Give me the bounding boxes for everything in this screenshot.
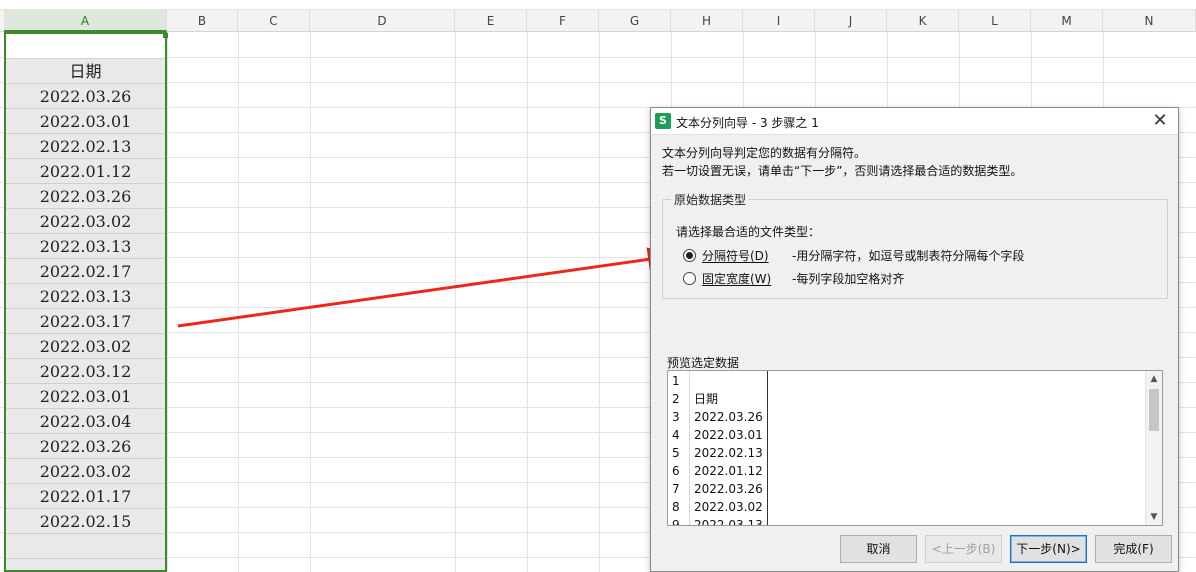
cancel-button[interactable]: 取消 <box>840 535 917 563</box>
cell-a8[interactable]: 2022.03.02 <box>6 209 165 234</box>
preview-column: 日期 2022.03.26 2022.03.01 2022.02.13 2022.01.… <box>690 371 768 526</box>
back-button[interactable]: <上一步(B) <box>925 535 1002 563</box>
option-fixed-width-description: -每列字段加空格对齐 <box>792 271 905 286</box>
column-header-c[interactable]: C <box>238 10 310 32</box>
column-header-k[interactable]: K <box>887 10 959 32</box>
scroll-up-icon[interactable]: ▲ <box>1146 371 1162 387</box>
close-icon[interactable]: ✕ <box>1150 111 1170 131</box>
option-fixed-width-label[interactable]: 固定宽度(W) <box>702 270 792 287</box>
scroll-thumb[interactable] <box>1149 389 1159 431</box>
preview-cell: 2022.03.13 <box>694 518 763 526</box>
cell-a7[interactable]: 2022.03.26 <box>6 184 165 209</box>
cell-a13[interactable]: 2022.03.02 <box>6 334 165 359</box>
preview-line-number: 5 <box>672 446 680 460</box>
column-header-g[interactable]: G <box>599 10 671 32</box>
dialog-titlebar[interactable]: S 文本分列向导 - 3 步骤之 1 ✕ <box>651 108 1178 135</box>
cell-a3[interactable]: 2022.03.26 <box>6 84 165 109</box>
preview-line-number: 1 <box>672 374 680 388</box>
cell-a10[interactable]: 2022.02.17 <box>6 259 165 284</box>
preview-line-number: 9 <box>672 518 680 526</box>
option-delimited-description: -用分隔字符，如逗号或制表符分隔每个字段 <box>792 248 1025 263</box>
option-delimited-label[interactable]: 分隔符号(D) <box>702 247 792 264</box>
preview-cell: 2022.03.26 <box>694 482 763 496</box>
column-header-row: ABCDEFGHIJKLMN <box>0 10 1196 32</box>
option-delimited[interactable]: 分隔符号(D) -用分隔字符，如逗号或制表符分隔每个字段 <box>683 246 1024 264</box>
description-line-1: 文本分列向导判定您的数据有分隔符。 <box>662 146 867 160</box>
column-header-f[interactable]: F <box>527 10 599 32</box>
cell-a4[interactable]: 2022.03.01 <box>6 109 165 134</box>
preview-cell: 2022.02.13 <box>694 446 763 460</box>
preview-line-numbers: 1 2 3 4 5 6 7 8 9 <box>668 371 690 526</box>
dialog-title: 文本分列向导 - 3 步骤之 1 <box>676 116 819 130</box>
preview-line-number: 8 <box>672 500 680 514</box>
column-header-n[interactable]: N <box>1103 10 1196 32</box>
preview-label: 预览选定数据 <box>667 356 740 370</box>
cell-a21[interactable] <box>6 534 165 559</box>
cell-a5[interactable]: 2022.02.13 <box>6 134 165 159</box>
cell-a1[interactable] <box>6 34 165 59</box>
preview-line-number: 3 <box>672 410 680 424</box>
preview-line-number: 6 <box>672 464 680 478</box>
cell-a6[interactable]: 2022.01.12 <box>6 159 165 184</box>
grid-line <box>167 32 168 572</box>
radio-delimited[interactable] <box>683 248 696 262</box>
column-header-b[interactable]: B <box>167 10 238 32</box>
cell-a16[interactable]: 2022.03.04 <box>6 409 165 434</box>
column-header-l[interactable]: L <box>959 10 1031 32</box>
cell-a12[interactable]: 2022.03.17 <box>6 309 165 334</box>
preview-cell: 2022.03.01 <box>694 428 763 442</box>
preview-cell: 2022.03.02 <box>694 500 763 514</box>
column-header-a[interactable]: A <box>4 10 167 32</box>
grid-line <box>527 32 528 572</box>
preview-cell: 2022.01.12 <box>694 464 763 478</box>
app-logo-icon: S <box>655 113 671 129</box>
group-title: 原始数据类型 <box>671 191 750 208</box>
grid-line <box>0 82 1196 83</box>
selected-column-a[interactable]: 日期 2022.03.26 2022.03.01 2022.02.13 2022.01.… <box>4 32 167 572</box>
file-type-prompt: 请选择最合适的文件类型： <box>676 225 821 239</box>
cell-a22[interactable] <box>6 559 165 572</box>
column-header-d[interactable]: D <box>310 10 455 32</box>
radio-fixed-width[interactable] <box>683 271 696 285</box>
scroll-down-icon[interactable]: ▼ <box>1146 509 1162 525</box>
cell-a20[interactable]: 2022.02.15 <box>6 509 165 534</box>
finish-button[interactable]: 完成(F) <box>1095 535 1172 563</box>
preview-box[interactable]: 1 2 3 4 5 6 7 8 9 日期 2022.03.26 2022.03.01 2022.02.… <box>667 370 1163 526</box>
toolbar-strip <box>0 0 1196 10</box>
preview-cell: 日期 <box>694 392 719 406</box>
next-button[interactable]: 下一步(N)> <box>1010 535 1087 563</box>
column-header-i[interactable]: I <box>743 10 815 32</box>
preview-line-number: 4 <box>672 428 680 442</box>
grid-line <box>310 32 311 572</box>
column-header-j[interactable]: J <box>815 10 887 32</box>
cell-a14[interactable]: 2022.03.12 <box>6 359 165 384</box>
description-line-2: 若一切设置无误，请单击“下一步”，否则请选择最合适的数据类型。 <box>662 164 1023 178</box>
data-type-group: 原始数据类型 请选择最合适的文件类型： 分隔符号(D) -用分隔字符，如逗号或制… <box>662 191 1168 299</box>
column-header-e[interactable]: E <box>455 10 527 32</box>
preview-cell: 2022.03.26 <box>694 410 763 424</box>
column-header-h[interactable]: H <box>671 10 743 32</box>
cell-a11[interactable]: 2022.03.13 <box>6 284 165 309</box>
grid-line <box>238 32 239 572</box>
cell-a18[interactable]: 2022.03.02 <box>6 459 165 484</box>
preview-scrollbar[interactable]: ▲ ▼ <box>1145 371 1162 525</box>
fill-handle[interactable] <box>163 33 168 38</box>
column-header-m[interactable]: M <box>1031 10 1103 32</box>
cell-a15[interactable]: 2022.03.01 <box>6 384 165 409</box>
grid-line <box>455 32 456 572</box>
option-fixed-width[interactable]: 固定宽度(W) -每列字段加空格对齐 <box>683 269 904 287</box>
cell-a2[interactable]: 日期 <box>6 59 165 84</box>
grid-line <box>0 57 1196 58</box>
cell-a9[interactable]: 2022.03.13 <box>6 234 165 259</box>
preview-line-number: 2 <box>672 392 680 406</box>
text-to-columns-dialog: S 文本分列向导 - 3 步骤之 1 ✕ 文本分列向导判定您的数据有分隔符。 若… <box>650 107 1179 572</box>
preview-line-number: 7 <box>672 482 680 496</box>
grid-line <box>599 32 600 572</box>
cell-a19[interactable]: 2022.01.17 <box>6 484 165 509</box>
cell-a17[interactable]: 2022.03.26 <box>6 434 165 459</box>
